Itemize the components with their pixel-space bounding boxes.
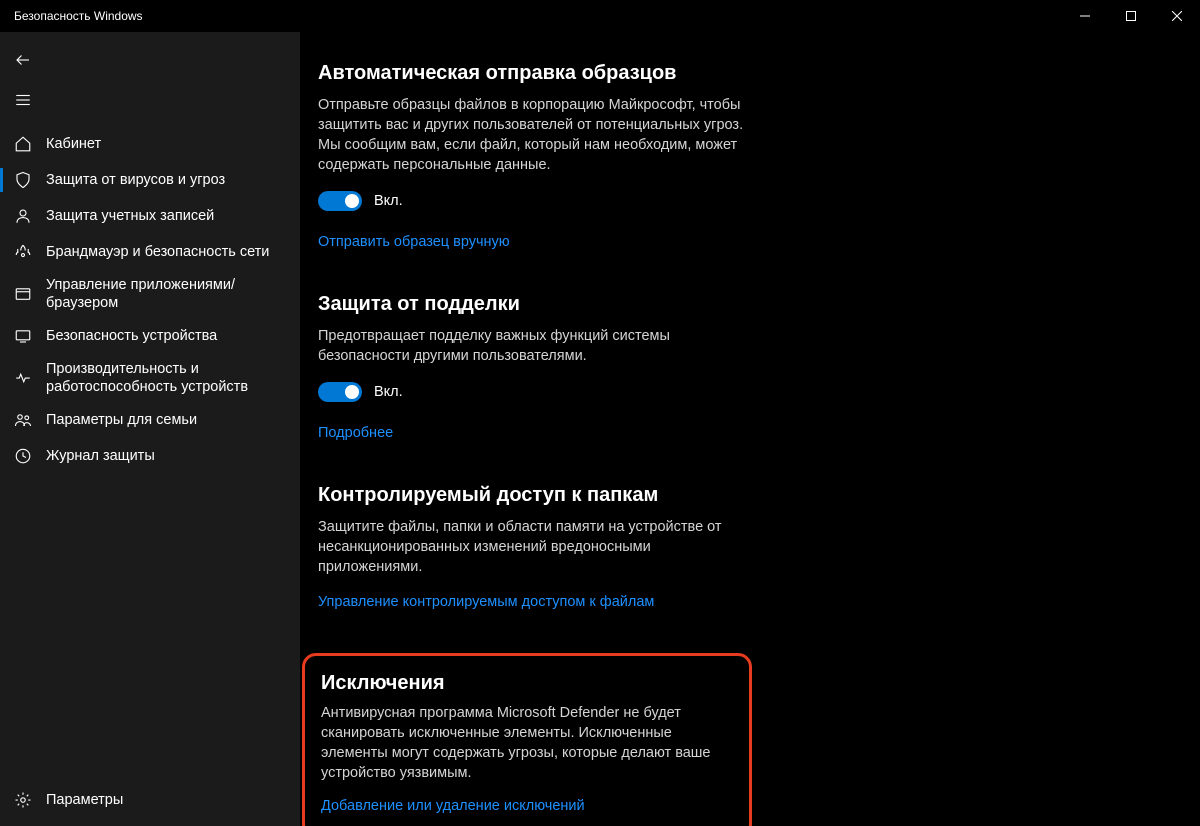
sidebar-item-virus-protection[interactable]: Защита от вирусов и угроз xyxy=(0,162,300,198)
main-content: Автоматическая отправка образцов Отправь… xyxy=(300,32,1200,826)
sidebar-item-label: Безопасность устройства xyxy=(46,327,286,345)
maximize-button[interactable] xyxy=(1108,0,1154,32)
sidebar-item-label: Журнал защиты xyxy=(46,447,286,465)
back-button[interactable] xyxy=(14,44,50,76)
sidebar-item-settings[interactable]: Параметры xyxy=(0,782,300,818)
nav-list: Кабинет Защита от вирусов и угроз Защита… xyxy=(0,126,300,474)
titlebar: Безопасность Windows xyxy=(0,0,1200,32)
sidebar: Кабинет Защита от вирусов и угроз Защита… xyxy=(0,32,300,826)
toggle-label: Вкл. xyxy=(374,193,403,209)
section-title: Защита от подделки xyxy=(318,293,758,316)
sidebar-item-label: Защита учетных записей xyxy=(46,207,286,225)
device-security-icon xyxy=(14,327,32,345)
sidebar-item-label: Параметры xyxy=(46,791,286,809)
sidebar-item-label: Параметры для семьи xyxy=(46,411,286,429)
tamper-protection-toggle[interactable] xyxy=(318,382,362,402)
sidebar-item-label: Защита от вирусов и угроз xyxy=(46,171,286,189)
submit-sample-link[interactable]: Отправить образец вручную xyxy=(318,234,510,250)
sidebar-top xyxy=(0,40,300,120)
section-automatic-sample: Автоматическая отправка образцов Отправь… xyxy=(318,62,758,251)
hamburger-button[interactable] xyxy=(14,84,50,116)
toggle-row: Вкл. xyxy=(318,382,758,402)
section-title: Автоматическая отправка образцов xyxy=(318,62,758,85)
section-description: Защитите файлы, папки и области памяти н… xyxy=(318,517,758,577)
app-window: Безопасность Windows xyxy=(0,0,1200,826)
app-browser-icon xyxy=(14,285,32,303)
firewall-icon xyxy=(14,243,32,261)
add-remove-exclusions-link[interactable]: Добавление или удаление исключений xyxy=(321,798,585,814)
manage-folder-access-link[interactable]: Управление контролируемым доступом к фай… xyxy=(318,594,654,610)
section-controlled-folder: Контролируемый доступ к папкам Защитите … xyxy=(318,484,758,611)
sidebar-item-family[interactable]: Параметры для семьи xyxy=(0,402,300,438)
section-title: Контролируемый доступ к папкам xyxy=(318,484,758,507)
sidebar-item-label: Кабинет xyxy=(46,135,286,153)
sidebar-item-account-protection[interactable]: Защита учетных записей xyxy=(0,198,300,234)
learn-more-link[interactable]: Подробнее xyxy=(318,425,393,441)
window-controls xyxy=(1062,0,1200,32)
sidebar-item-firewall[interactable]: Брандмауэр и безопасность сети xyxy=(0,234,300,270)
health-icon xyxy=(14,369,32,387)
toggle-row: Вкл. xyxy=(318,191,758,211)
sidebar-item-home[interactable]: Кабинет xyxy=(0,126,300,162)
section-description: Антивирусная программа Microsoft Defende… xyxy=(321,703,729,783)
section-exclusions-highlighted: Исключения Антивирусная программа Micros… xyxy=(302,653,752,826)
shield-icon xyxy=(14,171,32,189)
sample-submission-toggle[interactable] xyxy=(318,191,362,211)
sidebar-item-label: Производительность и работоспособность у… xyxy=(46,360,286,396)
app-body: Кабинет Защита от вирусов и угроз Защита… xyxy=(0,32,1200,826)
sidebar-item-label: Брандмауэр и безопасность сети xyxy=(46,243,286,261)
window-title: Безопасность Windows xyxy=(14,9,143,23)
toggle-label: Вкл. xyxy=(374,384,403,400)
sidebar-item-device-security[interactable]: Безопасность устройства xyxy=(0,318,300,354)
sidebar-bottom: Параметры xyxy=(0,782,300,826)
section-description: Предотвращает подделку важных функций си… xyxy=(318,326,758,366)
history-icon xyxy=(14,447,32,465)
close-button[interactable] xyxy=(1154,0,1200,32)
gear-icon xyxy=(14,791,32,809)
section-title: Исключения xyxy=(321,672,729,695)
sidebar-item-label: Управление приложениями/браузером xyxy=(46,276,286,312)
section-description: Отправьте образцы файлов в корпорацию Ма… xyxy=(318,95,758,175)
sidebar-item-performance[interactable]: Производительность и работоспособность у… xyxy=(0,354,300,402)
minimize-button[interactable] xyxy=(1062,0,1108,32)
family-icon xyxy=(14,411,32,429)
home-icon xyxy=(14,135,32,153)
account-icon xyxy=(14,207,32,225)
sidebar-item-history[interactable]: Журнал защиты xyxy=(0,438,300,474)
sidebar-item-app-browser[interactable]: Управление приложениями/браузером xyxy=(0,270,300,318)
section-tamper-protection: Защита от подделки Предотвращает подделк… xyxy=(318,293,758,442)
